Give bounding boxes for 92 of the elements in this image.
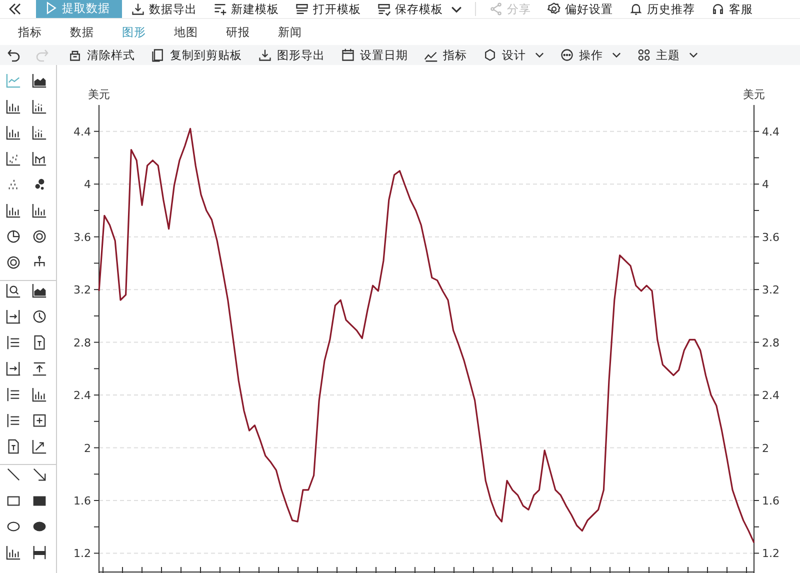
box-icon [68, 48, 82, 62]
document-icon[interactable] [32, 335, 46, 350]
tick-label: 4 [762, 178, 769, 192]
tab[interactable]: 指标 [6, 24, 58, 40]
toolbar-button[interactable]: 偏好设置 [540, 0, 620, 18]
collapse-icon[interactable] [8, 3, 22, 15]
more-icon [560, 48, 574, 62]
toolbar-button[interactable]: 打开模板 [288, 0, 368, 18]
toolbar-button[interactable]: 清除样式 [63, 48, 140, 62]
toolbar-button[interactable]: 客服 [704, 0, 760, 18]
share-icon [489, 2, 503, 16]
plus-box-icon[interactable] [32, 413, 46, 428]
bar-chart-icon[interactable] [32, 387, 46, 402]
tab[interactable]: 新闻 [266, 24, 318, 40]
arrow-box-icon[interactable] [6, 361, 20, 376]
ring-icon[interactable] [32, 229, 46, 244]
pie-icon[interactable] [6, 229, 20, 244]
list-plus-icon [213, 2, 227, 16]
list-icon[interactable] [6, 387, 20, 402]
filled-rect-icon[interactable] [32, 493, 46, 508]
arrow-box-icon[interactable] [6, 309, 20, 324]
tick-label: 1.2 [74, 547, 91, 560]
download-icon [131, 2, 145, 16]
toolbar-button[interactable]: 数据导出 [124, 0, 204, 18]
axis-unit: 美元 [743, 88, 765, 101]
axis-unit: 美元 [88, 88, 110, 101]
document-icon[interactable] [6, 439, 20, 454]
toolbar-button[interactable]: 复制到剪贴板 [146, 48, 247, 62]
toolbar-button[interactable]: 保存模板 [370, 0, 469, 18]
arrow-line-icon[interactable] [32, 467, 46, 482]
hexagon-icon [483, 48, 497, 62]
copy-icon [151, 48, 165, 62]
bell-icon [629, 2, 643, 16]
combo-chart-icon[interactable] [32, 151, 46, 166]
undo-icon[interactable] [7, 48, 21, 62]
tick-label: 2.4 [74, 389, 91, 402]
stack-icon[interactable] [32, 545, 46, 560]
tick-label: 2.8 [74, 336, 91, 350]
settings-icon [547, 2, 561, 16]
tick-label: 1.6 [74, 494, 91, 508]
tick-label: 4.4 [762, 125, 780, 138]
trend-arrow-icon[interactable] [32, 439, 46, 454]
calendar-icon [341, 48, 355, 62]
tick-label: 2.8 [762, 336, 780, 350]
tick-label: 2 [762, 442, 769, 455]
tick-label: 3.6 [762, 230, 780, 244]
tick-label: 3.2 [762, 284, 780, 297]
tick-label: 3.2 [74, 284, 91, 297]
filled-ellipse-icon[interactable] [32, 519, 46, 534]
toolbar-button[interactable]: 指标 [419, 48, 472, 62]
bar-dots-icon[interactable] [32, 99, 46, 114]
four-circles-icon [637, 48, 651, 62]
bar-chart-icon[interactable] [6, 203, 20, 218]
tab[interactable]: 研报 [214, 24, 266, 40]
download-icon [258, 48, 272, 62]
tick-label: 4 [84, 178, 91, 192]
bar-dots-icon[interactable] [32, 125, 46, 140]
toolbar-button[interactable]: 设置日期 [336, 48, 413, 62]
toolbar-button[interactable]: 新建模板 [206, 0, 286, 18]
zoom-icon[interactable] [6, 283, 20, 298]
toolbar-button[interactable]: 历史推荐 [622, 0, 702, 18]
area-chart-icon[interactable] [32, 283, 46, 298]
ellipse-icon[interactable] [6, 519, 20, 534]
bar-chart-icon[interactable] [6, 545, 20, 560]
bar-chart-icon[interactable] [6, 99, 20, 114]
bar-chart-icon[interactable] [32, 203, 46, 218]
rect-icon[interactable] [6, 493, 20, 508]
toolbar-button[interactable]: 操作 [555, 48, 626, 62]
upload-icon[interactable] [32, 361, 46, 376]
scatter-chart-icon[interactable] [6, 151, 20, 166]
tab[interactable]: 地图 [162, 24, 214, 40]
area-chart-icon[interactable] [32, 73, 46, 88]
tick-label: 2.4 [762, 389, 780, 402]
tray-icon [295, 2, 309, 16]
tick-label: 3.6 [74, 230, 91, 244]
tick-label: 2 [84, 442, 91, 455]
tick-label: 1.2 [762, 547, 780, 560]
toolbar-button[interactable]: 设计 [478, 48, 549, 62]
tick-label: 1.6 [762, 494, 780, 508]
clock-icon[interactable] [32, 309, 46, 324]
tab[interactable]: 数据 [58, 24, 110, 40]
line-icon[interactable] [6, 467, 20, 482]
toolbar-button[interactable]: 主题 [632, 48, 703, 62]
toolbar-button[interactable]: 图形导出 [253, 48, 330, 62]
play-icon [44, 1, 58, 15]
bar-chart-icon[interactable] [6, 125, 20, 140]
list-icon[interactable] [6, 413, 20, 428]
list-icon[interactable] [6, 335, 20, 350]
ring-icon[interactable] [6, 255, 20, 270]
list-check-icon [377, 2, 391, 16]
tick-label: 4.4 [74, 125, 91, 138]
headset-icon [711, 2, 725, 16]
